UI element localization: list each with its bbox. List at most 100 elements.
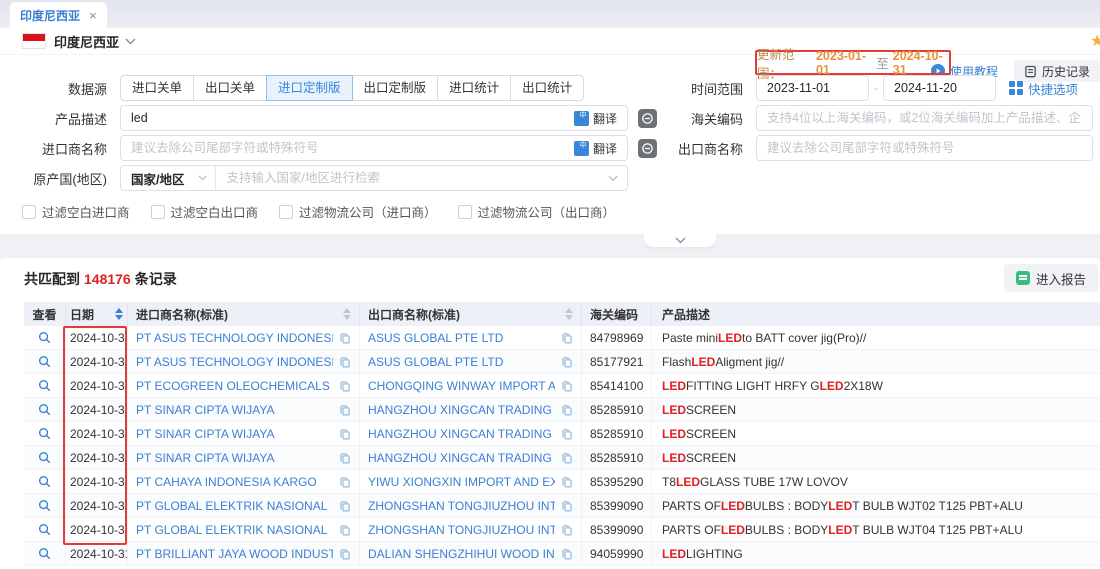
copy-icon[interactable]	[339, 380, 351, 392]
view-magnifier-icon[interactable]	[38, 355, 51, 368]
view-magnifier-icon[interactable]	[38, 475, 51, 488]
importer-link[interactable]: PT ASUS TECHNOLOGY INDONESIA BA...	[136, 355, 333, 369]
collapse-form-button[interactable]	[644, 234, 716, 247]
exporter-link[interactable]: DALIAN SHENGZHIHUI WOOD INDUST...	[368, 547, 555, 561]
view-magnifier-icon[interactable]	[38, 331, 51, 344]
filter-item[interactable]: 过滤物流公司（进口商）	[279, 202, 437, 221]
filter-item[interactable]: 过滤空白出口商	[151, 202, 259, 221]
copy-icon[interactable]	[339, 452, 351, 464]
copy-icon[interactable]	[561, 548, 573, 560]
filter-item[interactable]: 过滤物流公司（出口商）	[458, 202, 616, 221]
copy-icon[interactable]	[339, 356, 351, 368]
importer-link[interactable]: PT SINAR CIPTA WIJAYA	[136, 427, 333, 441]
view-magnifier-icon[interactable]	[38, 379, 51, 392]
importer-link[interactable]: PT ECOGREEN OLEOCHEMICALS	[136, 379, 333, 393]
view-magnifier-icon[interactable]	[38, 403, 51, 416]
exporter-link[interactable]: ASUS GLOBAL PTE LTD	[368, 355, 555, 369]
view-cell[interactable]	[24, 326, 66, 349]
copy-icon[interactable]	[561, 404, 573, 416]
view-cell[interactable]	[24, 542, 66, 565]
view-cell[interactable]	[24, 446, 66, 469]
importer-link[interactable]: PT BRILLIANT JAYA WOOD INDUSTRY	[136, 547, 333, 561]
exporter-input[interactable]	[757, 136, 1092, 160]
data-source-tab[interactable]: 进口统计	[437, 75, 511, 101]
origin-search-input[interactable]	[216, 166, 608, 190]
country-name[interactable]: 印度尼西亚	[54, 32, 119, 51]
column-header[interactable]: 出口商名称(标准)	[360, 302, 582, 326]
exporter-link[interactable]: ZHONGSHAN TONGJIUZHOU INTERNA...	[368, 523, 555, 537]
exporter-field[interactable]	[756, 135, 1093, 161]
exporter-link[interactable]: HANGZHOU XINGCAN TRADING CO LTD	[368, 451, 555, 465]
copy-icon[interactable]	[561, 524, 573, 536]
importer-link[interactable]: PT SINAR CIPTA WIJAYA	[136, 403, 333, 417]
view-cell[interactable]	[24, 350, 66, 373]
copy-icon[interactable]	[339, 404, 351, 416]
filter-item[interactable]: 过滤空白进口商	[22, 202, 130, 221]
view-cell[interactable]	[24, 398, 66, 421]
hs-code-field[interactable]	[756, 105, 1093, 131]
view-cell[interactable]	[24, 494, 66, 517]
exporter-link[interactable]: YIWU XIONGXIN IMPORT AND EXPORT...	[368, 475, 555, 489]
translate-button[interactable]: 中A 翻译	[568, 140, 627, 157]
view-cell[interactable]	[24, 422, 66, 445]
exporter-link[interactable]: HANGZHOU XINGCAN TRADING CO LTD	[368, 403, 555, 417]
exporter-link[interactable]: ASUS GLOBAL PTE LTD	[368, 331, 555, 345]
importer-link[interactable]: PT GLOBAL ELEKTRIK NASIONAL	[136, 499, 333, 513]
importer-link[interactable]: PT GLOBAL ELEKTRIK NASIONAL	[136, 523, 333, 537]
checkbox-icon[interactable]	[151, 205, 165, 219]
product-desc-field[interactable]: 中A 翻译	[120, 105, 628, 131]
view-magnifier-icon[interactable]	[38, 499, 51, 512]
exporter-link[interactable]: CHONGQING WINWAY IMPORT AND E...	[368, 379, 555, 393]
hs-code-input[interactable]	[757, 106, 1092, 130]
copy-icon[interactable]	[561, 476, 573, 488]
data-source-tab[interactable]: 进口关单	[120, 75, 194, 101]
sort-caret-icon[interactable]	[343, 308, 351, 320]
data-source-tab[interactable]: 进口定制版	[266, 75, 353, 101]
origin-type-select[interactable]: 国家/地区	[121, 166, 216, 190]
chevron-down-icon[interactable]	[125, 38, 136, 45]
chevron-down-icon[interactable]	[608, 175, 618, 182]
start-date-input[interactable]	[757, 76, 869, 100]
copy-icon[interactable]	[339, 332, 351, 344]
data-source-tab[interactable]: 出口统计	[510, 75, 584, 101]
column-header[interactable]: 进口商名称(标准)	[128, 302, 360, 326]
checkbox-icon[interactable]	[279, 205, 293, 219]
importer-field[interactable]: 中A 翻译	[120, 135, 628, 161]
copy-icon[interactable]	[339, 476, 351, 488]
view-magnifier-icon[interactable]	[38, 451, 51, 464]
importer-link[interactable]: PT SINAR CIPTA WIJAYA	[136, 451, 333, 465]
end-date-field[interactable]	[883, 75, 996, 101]
view-cell[interactable]	[24, 374, 66, 397]
view-cell[interactable]	[24, 518, 66, 541]
data-source-tab[interactable]: 出口定制版	[352, 75, 439, 101]
copy-icon[interactable]	[561, 500, 573, 512]
copy-icon[interactable]	[561, 332, 573, 344]
copy-icon[interactable]	[339, 548, 351, 560]
copy-icon[interactable]	[561, 380, 573, 392]
view-magnifier-icon[interactable]	[38, 427, 51, 440]
match-mode-icon[interactable]	[638, 109, 657, 128]
copy-icon[interactable]	[339, 428, 351, 440]
sort-caret-icon[interactable]	[115, 308, 123, 320]
importer-link[interactable]: PT ASUS TECHNOLOGY INDONESIA BA...	[136, 331, 333, 345]
end-date-input[interactable]	[884, 76, 996, 100]
star-icon[interactable]: ★	[1090, 31, 1100, 51]
importer-link[interactable]: PT CAHAYA INDONESIA KARGO	[136, 475, 333, 489]
translate-button[interactable]: 中A 翻译	[568, 110, 627, 127]
copy-icon[interactable]	[561, 452, 573, 464]
view-cell[interactable]	[24, 470, 66, 493]
start-date-field[interactable]	[756, 75, 869, 101]
exporter-link[interactable]: ZHONGSHAN TONGJIUZHOU INTERNA...	[368, 499, 555, 513]
checkbox-icon[interactable]	[22, 205, 36, 219]
origin-field[interactable]: 国家/地区	[120, 165, 628, 191]
data-source-tab[interactable]: 出口关单	[193, 75, 267, 101]
copy-icon[interactable]	[339, 524, 351, 536]
copy-icon[interactable]	[339, 500, 351, 512]
view-magnifier-icon[interactable]	[38, 547, 51, 560]
sort-caret-icon[interactable]	[565, 308, 573, 320]
close-icon[interactable]: ×	[89, 9, 97, 22]
exporter-link[interactable]: HANGZHOU XINGCAN TRADING CO LTD	[368, 427, 555, 441]
tab-indonesia[interactable]: 印度尼西亚 ×	[10, 2, 107, 28]
quick-options-button[interactable]: 快捷选项	[1009, 79, 1078, 98]
view-magnifier-icon[interactable]	[38, 523, 51, 536]
